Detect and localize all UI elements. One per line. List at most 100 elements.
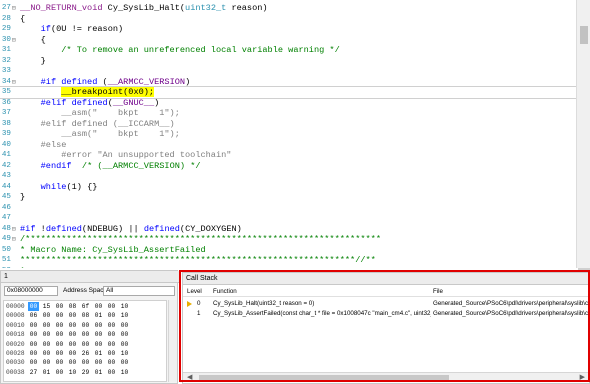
code-line[interactable]: 29 if(0U != reason) [0, 24, 576, 35]
code-line[interactable]: 42 #endif /* (__ARMCC_VERSION) */ [0, 161, 576, 172]
memory-byte[interactable]: 00 [54, 321, 65, 330]
memory-byte[interactable]: 00 [80, 321, 91, 330]
code-line[interactable]: 34 ⊟ #if defined (__ARMCC_VERSION) [0, 77, 576, 88]
memory-byte[interactable]: 00 [106, 311, 117, 320]
memory-byte[interactable]: 00 [106, 349, 117, 358]
memory-byte[interactable]: 00 [41, 340, 52, 349]
memory-row[interactable]: 00038 27 01 00 10 29 01 00 10 [4, 368, 166, 377]
memory-byte[interactable]: 00 [119, 330, 130, 339]
memory-byte[interactable]: 00 [54, 311, 65, 320]
code-line[interactable]: 51 **************************************… [0, 255, 576, 266]
editor-scroll-thumb[interactable] [580, 26, 588, 44]
memory-byte[interactable]: 01 [41, 368, 52, 377]
memory-byte[interactable]: 01 [93, 349, 104, 358]
code-line[interactable]: 43 [0, 171, 576, 182]
memory-row[interactable]: 00000 00 15 00 08 6f 00 00 10 [4, 302, 166, 312]
memory-byte[interactable]: 10 [67, 368, 78, 377]
memory-byte[interactable]: 00 [106, 321, 117, 330]
code-line[interactable]: 40 #else [0, 140, 576, 151]
code-line[interactable]: 49 ⊟/************************************… [0, 234, 576, 245]
memory-byte[interactable]: 00 [54, 358, 65, 367]
memory-byte[interactable]: 00 [119, 340, 130, 349]
memory-byte[interactable]: 00 [41, 330, 52, 339]
code-line[interactable]: 33 [0, 66, 576, 77]
editor-vertical-scrollbar[interactable] [576, 0, 590, 268]
memory-byte[interactable]: 10 [119, 349, 130, 358]
scroll-left-icon[interactable]: ◀ [187, 373, 192, 383]
memory-byte[interactable]: 01 [93, 368, 104, 377]
memory-byte[interactable]: 00 [67, 340, 78, 349]
code-line[interactable]: 27 ⊟ __NO_RETURN_void Cy_SysLib_Halt(uint3… [0, 3, 576, 14]
memory-byte[interactable]: 00 [93, 321, 104, 330]
memory-byte[interactable]: 00 [106, 340, 117, 349]
memory-byte[interactable]: 00 [28, 349, 39, 358]
column-header-level[interactable]: Level [187, 287, 202, 297]
code-line[interactable]: 45} [0, 192, 576, 203]
fold-toggle-icon[interactable]: ⊟ [12, 226, 18, 233]
memory-byte[interactable]: 10 [119, 311, 130, 320]
call-stack-scroll-thumb[interactable] [199, 375, 449, 380]
memory-byte[interactable]: 00 [80, 340, 91, 349]
memory-byte[interactable]: 06 [28, 311, 39, 320]
memory-byte[interactable]: 00 [54, 330, 65, 339]
code-line[interactable]: 39 __asm(" bkpt 1"); [0, 129, 576, 140]
memory-byte[interactable]: 00 [67, 311, 78, 320]
memory-byte[interactable]: 29 [80, 368, 91, 377]
memory-byte[interactable]: 00 [67, 321, 78, 330]
fold-toggle-icon[interactable]: ⊟ [12, 236, 18, 243]
code-line[interactable]: 38 #elif defined (__ICCARM__) [0, 119, 576, 130]
code-line[interactable]: 36 #elif defined(__GNUC__) [0, 98, 576, 109]
code-line[interactable]: 48 ⊟ #if !defined(NDEBUG) || defined(CY_DO… [0, 224, 576, 235]
column-header-function[interactable]: Function [213, 287, 237, 297]
memory-byte[interactable]: 26 [80, 349, 91, 358]
memory-grid[interactable]: 00000 00 15 00 08 6f 00 00 10 00008 06 00 00 00 08 01 00… [3, 300, 167, 382]
code-line[interactable]: 35 __breakpoint(0x0); [0, 86, 577, 99]
memory-byte[interactable]: 00 [119, 321, 130, 330]
call-stack-row[interactable]: 0 Cy_SysLib_Halt(uint32_t reason = 0) Gene… [183, 299, 589, 309]
scroll-right-icon[interactable]: ▶ [580, 373, 585, 383]
code-line[interactable]: 30 ⊟ { [0, 35, 576, 46]
memory-byte[interactable]: 00 [54, 340, 65, 349]
memory-byte[interactable]: 00 [54, 302, 65, 311]
memory-byte[interactable]: 00 [67, 330, 78, 339]
memory-byte[interactable]: 01 [93, 311, 104, 320]
memory-byte[interactable]: 00 [106, 368, 117, 377]
memory-byte[interactable]: 00 [93, 340, 104, 349]
memory-byte[interactable]: 00 [119, 358, 130, 367]
memory-byte[interactable]: 00 [28, 302, 39, 312]
memory-row[interactable]: 00028 00 00 00 00 26 01 00 10 [4, 349, 166, 358]
memory-byte[interactable]: 00 [93, 302, 104, 311]
memory-byte[interactable]: 00 [28, 321, 39, 330]
memory-row[interactable]: 00018 00 00 00 00 00 00 00 00 [4, 330, 166, 339]
memory-byte[interactable]: 00 [41, 311, 52, 320]
code-line[interactable]: 44 while(1) {} [0, 182, 576, 193]
memory-byte[interactable]: 00 [67, 358, 78, 367]
memory-byte[interactable]: 00 [28, 358, 39, 367]
memory-byte[interactable]: 00 [93, 358, 104, 367]
memory-byte[interactable]: 10 [119, 368, 130, 377]
code-line[interactable]: 28 { [0, 14, 576, 25]
memory-byte[interactable]: 08 [80, 311, 91, 320]
memory-byte[interactable]: 00 [54, 349, 65, 358]
call-stack-row[interactable]: 1 Cy_SysLib_AssertFailed(const char_t * f… [183, 309, 589, 319]
code-line[interactable]: 47 [0, 213, 576, 224]
memory-byte[interactable]: 00 [41, 358, 52, 367]
memory-byte[interactable]: 00 [80, 358, 91, 367]
memory-byte[interactable]: 00 [41, 349, 52, 358]
memory-byte[interactable]: 15 [41, 302, 52, 311]
memory-row[interactable]: 00030 00 00 00 00 00 00 00 00 [4, 358, 166, 367]
address-space-select[interactable]: All [103, 286, 175, 296]
memory-address-input[interactable]: 0x08000000 [4, 286, 58, 296]
column-header-file[interactable]: File [433, 287, 443, 297]
memory-byte[interactable]: 00 [106, 302, 117, 311]
memory-row[interactable]: 00020 00 00 00 00 00 00 00 00 [4, 340, 166, 349]
code-line[interactable]: 37 __asm(" bkpt 1"); [0, 108, 576, 119]
code-line[interactable]: 32 } [0, 56, 576, 67]
memory-byte[interactable]: 00 [28, 340, 39, 349]
memory-byte[interactable]: 08 [67, 302, 78, 311]
memory-byte[interactable]: 10 [119, 302, 130, 311]
memory-byte[interactable]: 6f [80, 302, 91, 311]
code-line[interactable]: 52 * [0, 266, 576, 269]
fold-toggle-icon[interactable]: ⊟ [12, 37, 18, 44]
memory-byte[interactable]: 00 [80, 330, 91, 339]
